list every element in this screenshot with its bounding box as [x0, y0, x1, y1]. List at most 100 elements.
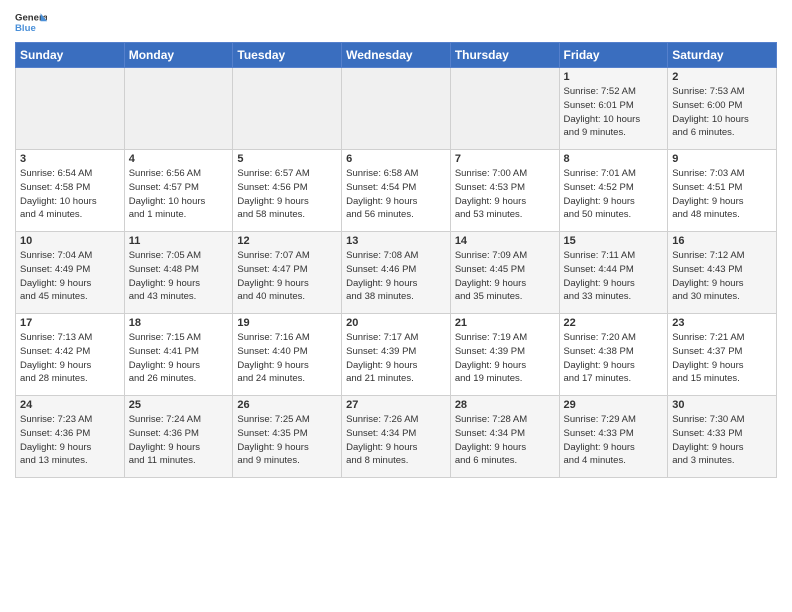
calendar-cell: 7 Sunrise: 7:00 AM Sunset: 4:53 PM Daylig… — [450, 150, 559, 232]
calendar-cell — [450, 68, 559, 150]
day-info: Sunrise: 6:54 AM Sunset: 4:58 PM Dayligh… — [20, 167, 120, 222]
day-number: 19 — [237, 317, 337, 329]
calendar-cell: 29Sunrise: 7:29 AM Sunset: 4:33 PM Dayli… — [559, 396, 668, 478]
calendar-cell: 18 Sunrise: 7:15 AM Sunset: 4:41 PM Dayli… — [124, 314, 233, 396]
calendar-cell: 12 Sunrise: 7:07 AM Sunset: 4:47 PM Dayli… — [233, 232, 342, 314]
calendar-cell: 9Sunrise: 7:03 AM Sunset: 4:51 PM Daylig… — [668, 150, 777, 232]
calendar-cell: 4 Sunrise: 6:56 AM Sunset: 4:57 PM Daylig… — [124, 150, 233, 232]
calendar-cell: 20 Sunrise: 7:17 AM Sunset: 4:39 PM Dayli… — [342, 314, 451, 396]
calendar-cell: 16Sunrise: 7:12 AM Sunset: 4:43 PM Dayli… — [668, 232, 777, 314]
logo-icon: GeneralBlue — [15, 10, 47, 38]
day-info: Sunrise: 7:53 AM Sunset: 6:00 PM Dayligh… — [672, 85, 772, 140]
day-info: Sunrise: 7:05 AM Sunset: 4:48 PM Dayligh… — [129, 249, 229, 304]
day-info: Sunrise: 7:25 AM Sunset: 4:35 PM Dayligh… — [237, 413, 337, 468]
day-info: Sunrise: 7:17 AM Sunset: 4:39 PM Dayligh… — [346, 331, 446, 386]
day-info: Sunrise: 7:29 AM Sunset: 4:33 PM Dayligh… — [564, 413, 664, 468]
page-container: GeneralBlue SundayMondayTuesdayWednesday… — [0, 0, 792, 486]
calendar-cell: 6 Sunrise: 6:58 AM Sunset: 4:54 PM Daylig… — [342, 150, 451, 232]
day-number: 1 — [564, 71, 664, 83]
calendar-week-1: 1Sunrise: 7:52 AM Sunset: 6:01 PM Daylig… — [16, 68, 777, 150]
calendar-week-4: 17 Sunrise: 7:13 AM Sunset: 4:42 PM Dayli… — [16, 314, 777, 396]
day-info: Sunrise: 7:01 AM Sunset: 4:52 PM Dayligh… — [564, 167, 664, 222]
calendar-cell: 10 Sunrise: 7:04 AM Sunset: 4:49 PM Dayli… — [16, 232, 125, 314]
day-info: Sunrise: 7:07 AM Sunset: 4:47 PM Dayligh… — [237, 249, 337, 304]
weekday-header-tuesday: Tuesday — [233, 43, 342, 68]
day-number: 4 — [129, 153, 229, 165]
day-number: 24 — [20, 399, 120, 411]
calendar-cell: 2 Sunrise: 7:53 AM Sunset: 6:00 PM Daylig… — [668, 68, 777, 150]
day-info: Sunrise: 7:00 AM Sunset: 4:53 PM Dayligh… — [455, 167, 555, 222]
day-info: Sunrise: 7:21 AM Sunset: 4:37 PM Dayligh… — [672, 331, 772, 386]
calendar-cell: 28 Sunrise: 7:28 AM Sunset: 4:34 PM Dayli… — [450, 396, 559, 478]
day-info: Sunrise: 7:19 AM Sunset: 4:39 PM Dayligh… — [455, 331, 555, 386]
weekday-header-thursday: Thursday — [450, 43, 559, 68]
day-info: Sunrise: 7:04 AM Sunset: 4:49 PM Dayligh… — [20, 249, 120, 304]
logo: GeneralBlue — [15, 10, 47, 38]
header: GeneralBlue — [15, 10, 777, 38]
calendar-cell: 17 Sunrise: 7:13 AM Sunset: 4:42 PM Dayli… — [16, 314, 125, 396]
day-number: 6 — [346, 153, 446, 165]
day-info: Sunrise: 7:26 AM Sunset: 4:34 PM Dayligh… — [346, 413, 446, 468]
calendar-cell: 14 Sunrise: 7:09 AM Sunset: 4:45 PM Dayli… — [450, 232, 559, 314]
day-number: 25 — [129, 399, 229, 411]
day-number: 8 — [564, 153, 664, 165]
calendar-cell: 24 Sunrise: 7:23 AM Sunset: 4:36 PM Dayli… — [16, 396, 125, 478]
day-number: 17 — [20, 317, 120, 329]
day-info: Sunrise: 7:15 AM Sunset: 4:41 PM Dayligh… — [129, 331, 229, 386]
svg-text:Blue: Blue — [15, 23, 36, 34]
weekday-header-wednesday: Wednesday — [342, 43, 451, 68]
calendar-cell: 21Sunrise: 7:19 AM Sunset: 4:39 PM Dayli… — [450, 314, 559, 396]
calendar-cell: 15 Sunrise: 7:11 AM Sunset: 4:44 PM Dayli… — [559, 232, 668, 314]
calendar-table: SundayMondayTuesdayWednesdayThursdayFrid… — [15, 42, 777, 478]
day-info: Sunrise: 7:09 AM Sunset: 4:45 PM Dayligh… — [455, 249, 555, 304]
day-number: 15 — [564, 235, 664, 247]
calendar-cell — [16, 68, 125, 150]
weekday-header-row: SundayMondayTuesdayWednesdayThursdayFrid… — [16, 43, 777, 68]
day-number: 11 — [129, 235, 229, 247]
day-info: Sunrise: 7:28 AM Sunset: 4:34 PM Dayligh… — [455, 413, 555, 468]
day-number: 12 — [237, 235, 337, 247]
calendar-cell — [124, 68, 233, 150]
day-info: Sunrise: 7:23 AM Sunset: 4:36 PM Dayligh… — [20, 413, 120, 468]
calendar-cell: 26 Sunrise: 7:25 AM Sunset: 4:35 PM Dayli… — [233, 396, 342, 478]
weekday-header-friday: Friday — [559, 43, 668, 68]
day-info: Sunrise: 7:12 AM Sunset: 4:43 PM Dayligh… — [672, 249, 772, 304]
day-info: Sunrise: 7:16 AM Sunset: 4:40 PM Dayligh… — [237, 331, 337, 386]
calendar-cell: 1Sunrise: 7:52 AM Sunset: 6:01 PM Daylig… — [559, 68, 668, 150]
day-number: 10 — [20, 235, 120, 247]
day-number: 22 — [564, 317, 664, 329]
day-info: Sunrise: 7:11 AM Sunset: 4:44 PM Dayligh… — [564, 249, 664, 304]
day-number: 14 — [455, 235, 555, 247]
calendar-cell: 3 Sunrise: 6:54 AM Sunset: 4:58 PM Daylig… — [16, 150, 125, 232]
day-info: Sunrise: 7:20 AM Sunset: 4:38 PM Dayligh… — [564, 331, 664, 386]
calendar-cell: 23Sunrise: 7:21 AM Sunset: 4:37 PM Dayli… — [668, 314, 777, 396]
calendar-cell: 27Sunrise: 7:26 AM Sunset: 4:34 PM Dayli… — [342, 396, 451, 478]
calendar-cell: 30Sunrise: 7:30 AM Sunset: 4:33 PM Dayli… — [668, 396, 777, 478]
day-number: 30 — [672, 399, 772, 411]
calendar-cell: 11 Sunrise: 7:05 AM Sunset: 4:48 PM Dayli… — [124, 232, 233, 314]
day-number: 28 — [455, 399, 555, 411]
day-info: Sunrise: 7:08 AM Sunset: 4:46 PM Dayligh… — [346, 249, 446, 304]
day-number: 13 — [346, 235, 446, 247]
calendar-cell — [342, 68, 451, 150]
calendar-cell: 19 Sunrise: 7:16 AM Sunset: 4:40 PM Dayli… — [233, 314, 342, 396]
day-number: 26 — [237, 399, 337, 411]
weekday-header-saturday: Saturday — [668, 43, 777, 68]
day-number: 20 — [346, 317, 446, 329]
day-number: 7 — [455, 153, 555, 165]
day-number: 18 — [129, 317, 229, 329]
day-number: 2 — [672, 71, 772, 83]
day-info: Sunrise: 7:24 AM Sunset: 4:36 PM Dayligh… — [129, 413, 229, 468]
day-info: Sunrise: 6:57 AM Sunset: 4:56 PM Dayligh… — [237, 167, 337, 222]
weekday-header-monday: Monday — [124, 43, 233, 68]
calendar-week-3: 10 Sunrise: 7:04 AM Sunset: 4:49 PM Dayli… — [16, 232, 777, 314]
weekday-header-sunday: Sunday — [16, 43, 125, 68]
day-number: 3 — [20, 153, 120, 165]
day-info: Sunrise: 6:56 AM Sunset: 4:57 PM Dayligh… — [129, 167, 229, 222]
calendar-week-5: 24 Sunrise: 7:23 AM Sunset: 4:36 PM Dayli… — [16, 396, 777, 478]
calendar-cell: 22 Sunrise: 7:20 AM Sunset: 4:38 PM Dayli… — [559, 314, 668, 396]
calendar-cell: 5Sunrise: 6:57 AM Sunset: 4:56 PM Daylig… — [233, 150, 342, 232]
calendar-week-2: 3 Sunrise: 6:54 AM Sunset: 4:58 PM Daylig… — [16, 150, 777, 232]
day-info: Sunrise: 6:58 AM Sunset: 4:54 PM Dayligh… — [346, 167, 446, 222]
day-info: Sunrise: 7:13 AM Sunset: 4:42 PM Dayligh… — [20, 331, 120, 386]
